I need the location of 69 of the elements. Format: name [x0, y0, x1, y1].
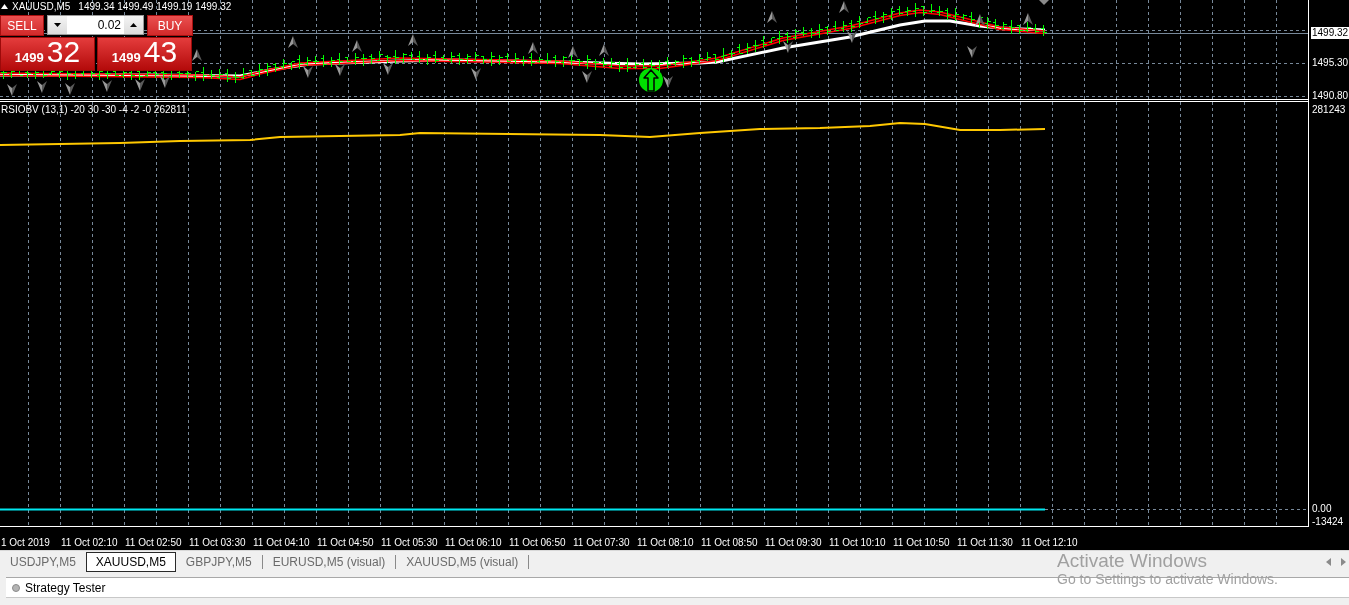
price-label: 1490.80 — [1312, 90, 1349, 102]
time-label: 11 Oct 08:50 — [701, 537, 758, 548]
down-arrow-icon — [847, 31, 857, 43]
time-label: 11 Oct 03:30 — [189, 537, 246, 548]
scroll-right-icon[interactable] — [1341, 557, 1346, 566]
up-arrow-circle-icon — [639, 68, 663, 92]
down-arrow-icon — [7, 84, 17, 96]
up-arrow-icon — [528, 42, 538, 54]
up-arrow-icon — [839, 1, 849, 13]
down-arrow-icon — [160, 76, 170, 88]
scroll-left-icon[interactable] — [1326, 557, 1331, 566]
up-arrow-icon — [599, 44, 609, 56]
time-label: 11 Oct 05:30 — [381, 537, 438, 548]
time-label: 11 Oct 04:10 — [253, 537, 310, 548]
time-label: 11 Oct 08:10 — [637, 537, 694, 548]
up-arrow-icon — [408, 34, 418, 46]
tester-title: Strategy Tester — [25, 580, 106, 595]
indicator-value-label: -13424 — [1312, 516, 1344, 528]
down-arrow-icon — [582, 71, 592, 83]
chart-symbol: XAUUSD,M5 — [12, 1, 71, 12]
time-label: 11 Oct 06:50 — [509, 537, 566, 548]
time-label: 11 Oct 11:30 — [957, 537, 1013, 548]
price-label: 1499.32 — [1311, 27, 1349, 39]
chart-tab[interactable]: GBPJPY,M5 — [175, 551, 262, 572]
down-triangle-icon — [1039, 0, 1049, 5]
time-label: 11 Oct 10:10 — [829, 537, 886, 548]
buy-price-button[interactable]: 1499 43 — [97, 37, 192, 71]
status-dot-icon — [12, 583, 20, 592]
time-label: 11 Oct 07:30 — [573, 537, 630, 548]
price-label: 1495.30 — [1312, 57, 1349, 69]
buy-button[interactable]: BUY — [147, 15, 193, 36]
time-label: 11 Oct 02:50 — [125, 537, 182, 548]
down-arrow-icon — [303, 66, 313, 78]
up-arrow-icon — [767, 11, 777, 23]
sell-price-button[interactable]: 1499 32 — [0, 37, 95, 71]
up-arrow-icon — [568, 46, 578, 58]
time-label: 11 Oct 10:50 — [893, 537, 950, 548]
down-arrow-icon — [663, 76, 673, 88]
up-arrow-icon — [1023, 13, 1033, 25]
time-label: 11 Oct 04:50 — [317, 537, 374, 548]
time-label: 11 Oct 06:10 — [445, 537, 502, 548]
sell-button[interactable]: SELL — [0, 15, 44, 36]
down-arrow-icon — [102, 80, 112, 92]
chart-tab[interactable]: USDJPY,M5 — [0, 551, 86, 572]
down-arrow-icon — [65, 83, 75, 95]
down-arrow-icon — [783, 41, 793, 53]
up-arrow-icon — [975, 14, 985, 26]
down-arrow-icon — [335, 64, 345, 76]
down-arrow-icon — [967, 46, 977, 58]
time-label: 1 Oct 2019 — [1, 537, 50, 548]
down-arrow-icon — [383, 63, 393, 75]
down-arrow-icon — [135, 79, 145, 91]
triangle-icon — [1, 4, 8, 9]
up-arrow-icon — [288, 36, 298, 48]
up-arrow-icon — [192, 49, 202, 61]
up-arrow-icon — [352, 40, 362, 52]
time-label: 11 Oct 12:10 — [1021, 537, 1078, 548]
time-label: 11 Oct 09:30 — [765, 537, 822, 548]
chart-tab[interactable]: XAUUSD,M5 (visual) — [396, 551, 529, 572]
activation-title: Activate Windows — [1057, 551, 1207, 570]
indicator-value-label: 281243 — [1312, 104, 1346, 116]
time-label: 11 Oct 02:10 — [61, 537, 118, 548]
chart-tab[interactable]: XAUUSD,M5 — [85, 551, 176, 572]
indicator-value-label: 0.00 — [1312, 503, 1332, 515]
chart-quote: 1499.34 1499.49 1499.19 1499.32 — [78, 1, 232, 12]
down-arrow-icon — [37, 81, 47, 93]
chart-tab[interactable]: EURUSD,M5 (visual) — [262, 551, 396, 572]
down-arrow-icon — [471, 68, 481, 80]
indicator-label: RSIOBV (13,1) -20 30 -30 -4 -2 -0 262811 — [1, 104, 187, 115]
